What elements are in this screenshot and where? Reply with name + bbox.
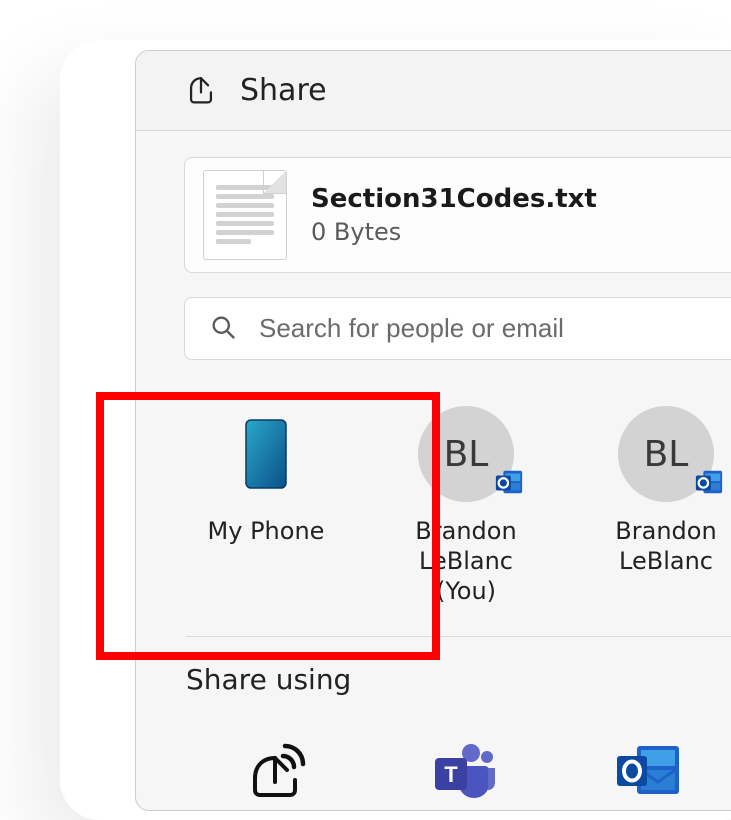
- target-label: Brandon LeBlanc (You): [386, 516, 546, 606]
- avatar-initials: BL: [444, 434, 489, 475]
- search-icon: [209, 313, 237, 345]
- share-apps: T: [184, 730, 731, 810]
- file-info: Section31Codes.txt 0 Bytes: [311, 184, 597, 246]
- search-input[interactable]: [257, 312, 731, 345]
- share-using-heading: Share using: [186, 663, 731, 696]
- outlook-badge-icon: [694, 465, 724, 506]
- app-outlook[interactable]: [588, 730, 708, 810]
- share-icon: [184, 74, 218, 108]
- file-card[interactable]: Section31Codes.txt 0 Bytes: [184, 157, 731, 273]
- window-title: Share: [240, 73, 327, 108]
- target-contact[interactable]: BL Brandon LeBlanc: [586, 406, 731, 606]
- target-my-phone[interactable]: My Phone: [186, 406, 346, 606]
- svg-text:T: T: [444, 762, 458, 787]
- file-thumb-icon: [203, 170, 287, 260]
- file-name: Section31Codes.txt: [311, 184, 597, 214]
- search-field[interactable]: [184, 297, 731, 360]
- outlook-badge-icon: [494, 465, 524, 506]
- share-dialog: Share Section31Codes.txt 0 Bytes: [135, 50, 731, 811]
- file-size: 0 Bytes: [311, 218, 597, 246]
- outlook-icon: [613, 740, 683, 800]
- target-label: My Phone: [208, 516, 325, 546]
- titlebar: Share: [136, 51, 731, 131]
- avatar-initials: BL: [644, 434, 689, 475]
- share-targets: My Phone BL Brandon LeBlan: [186, 406, 731, 637]
- avatar: BL: [618, 406, 714, 502]
- phone-icon: [218, 406, 314, 502]
- nearby-share-icon: [245, 740, 315, 800]
- target-label: Brandon LeBlanc: [586, 516, 731, 576]
- avatar: BL: [418, 406, 514, 502]
- teams-icon: T: [429, 740, 499, 800]
- app-teams[interactable]: T: [404, 730, 524, 810]
- app-nearby-share[interactable]: [220, 730, 340, 810]
- target-contact-self[interactable]: BL Brandon LeBlanc (You): [386, 406, 546, 606]
